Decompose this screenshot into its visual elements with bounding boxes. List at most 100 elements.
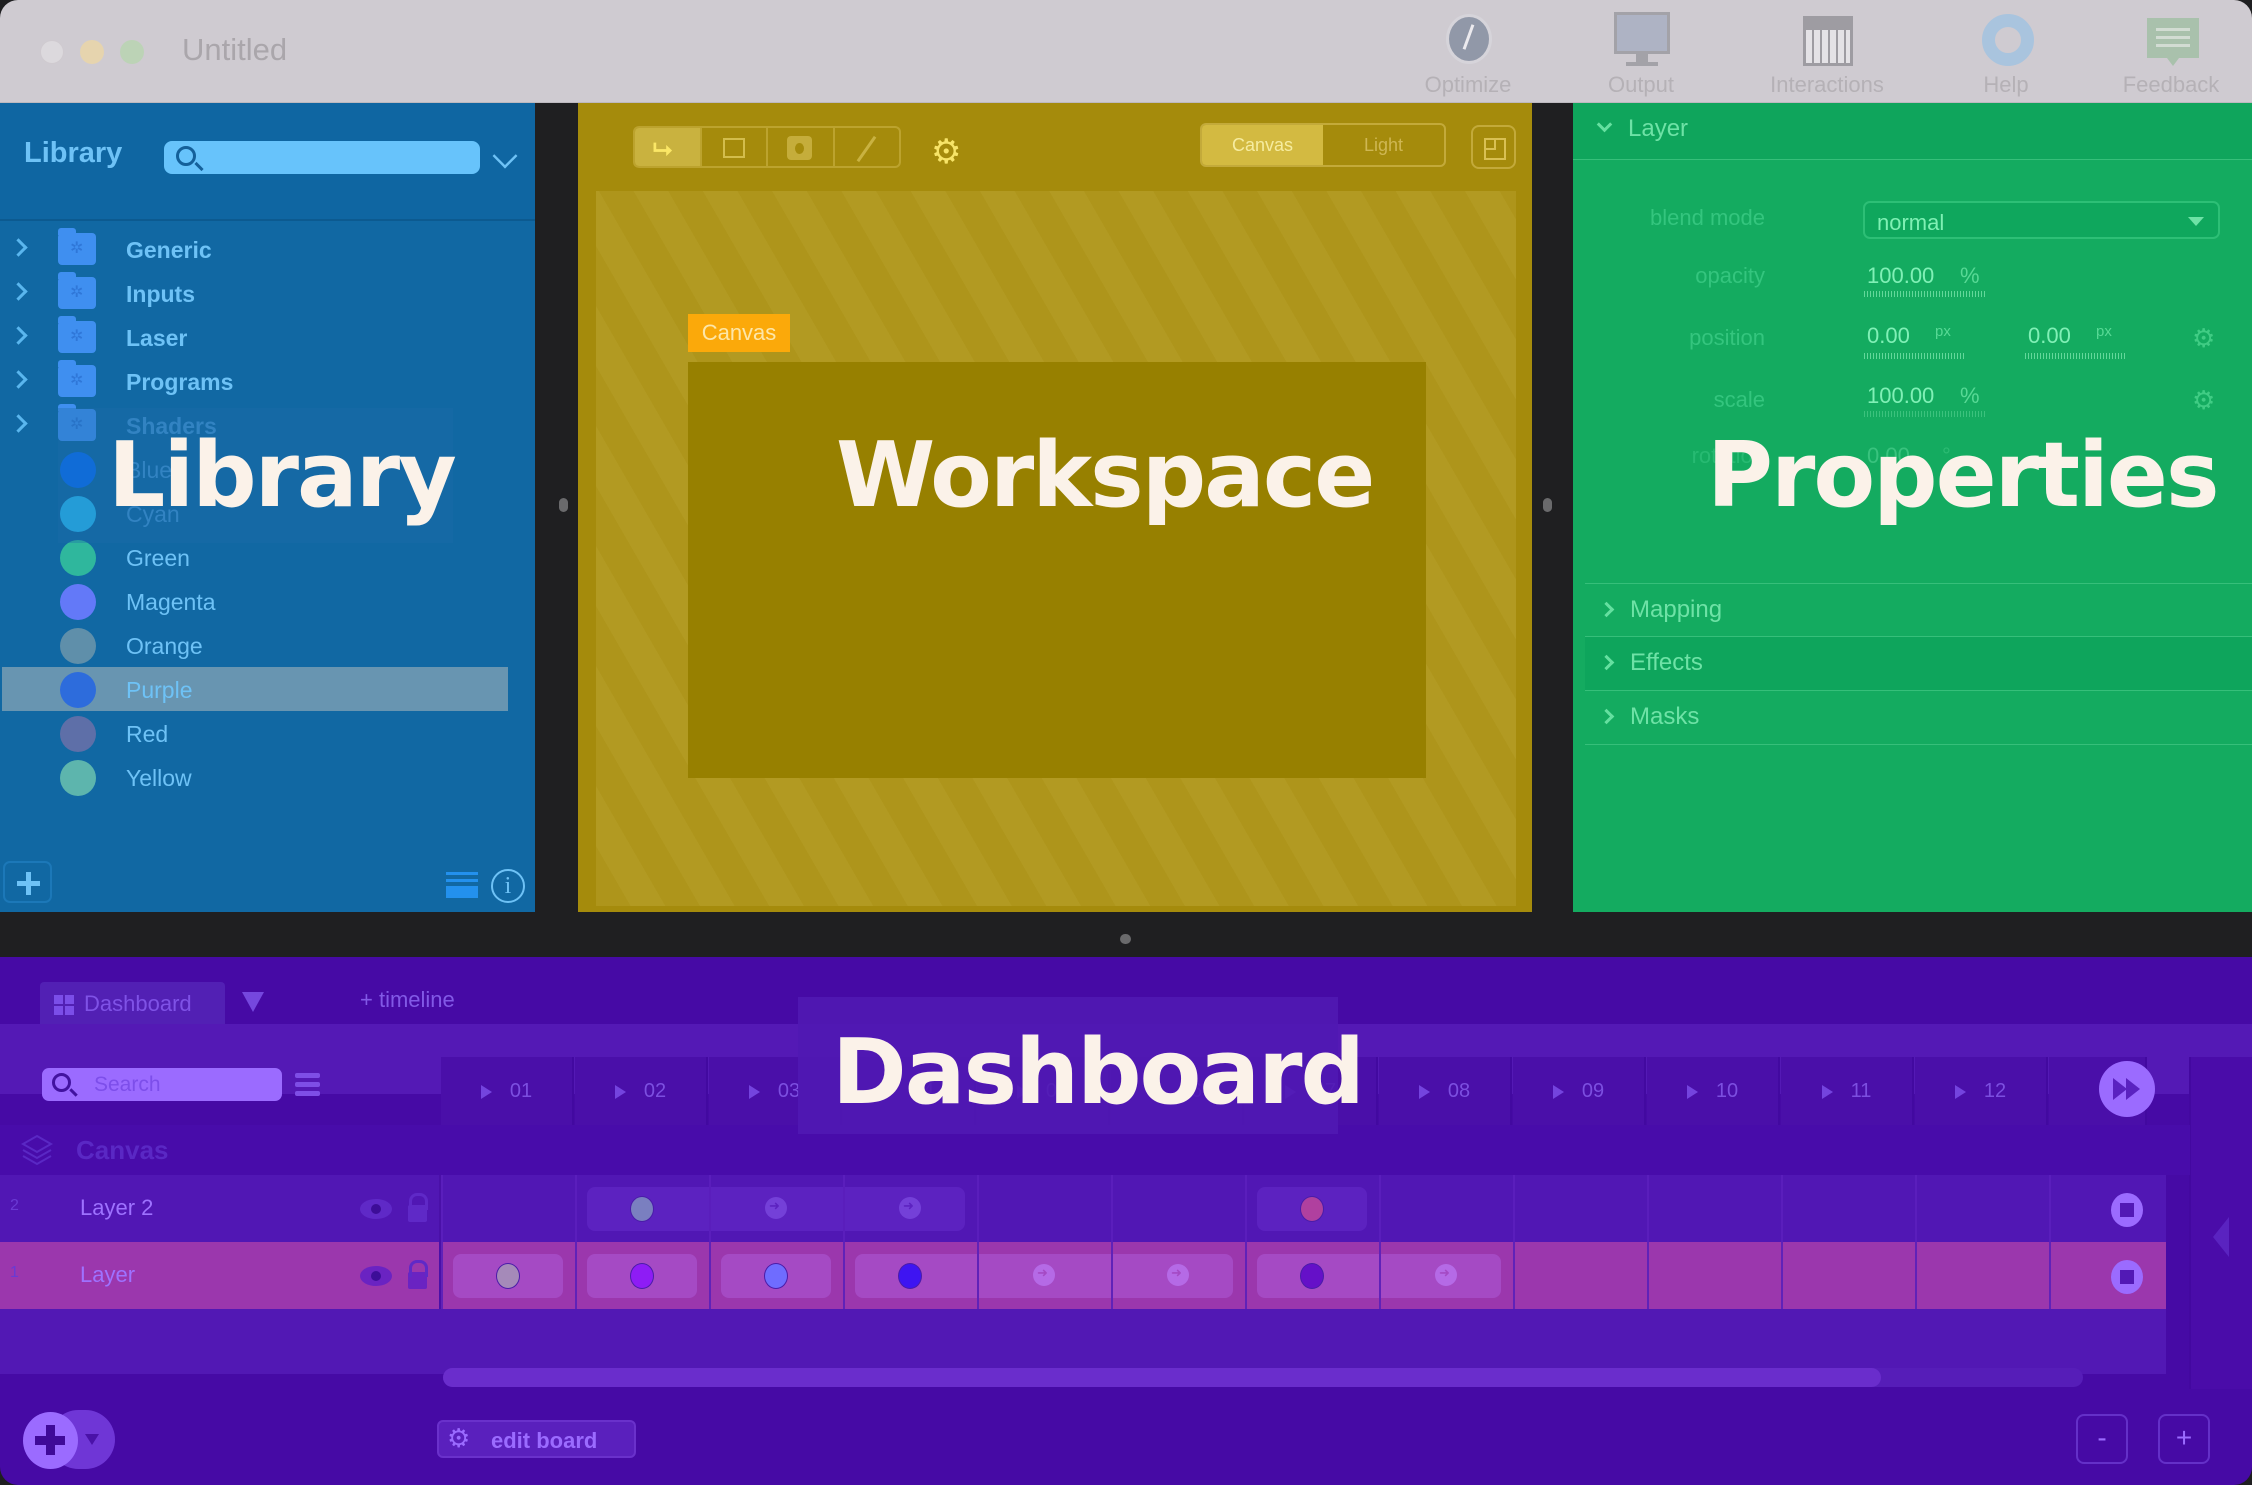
timeline-cell[interactable] bbox=[1647, 1175, 1781, 1242]
timeline-cell[interactable] bbox=[977, 1175, 1111, 1242]
clip-node[interactable] bbox=[1300, 1263, 1324, 1289]
toolbar-feedback-button[interactable]: Feedback bbox=[2106, 12, 2236, 98]
mask-tool-button[interactable] bbox=[768, 128, 835, 166]
section-masks[interactable]: Masks bbox=[1585, 691, 2252, 745]
column-header[interactable]: 10 bbox=[1647, 1057, 1780, 1125]
section-effects[interactable]: Effects bbox=[1585, 637, 2252, 691]
dropdown-arrow-icon[interactable] bbox=[85, 1434, 99, 1445]
column-header[interactable]: 09 bbox=[1513, 1057, 1646, 1125]
blend-mode-select[interactable]: normal bbox=[1863, 201, 2220, 239]
clip-node[interactable] bbox=[898, 1263, 922, 1289]
transform-tool-button[interactable] bbox=[702, 128, 768, 166]
library-folder-inputs[interactable]: Inputs bbox=[2, 271, 508, 315]
timeline-cell[interactable] bbox=[1781, 1175, 1915, 1242]
move-tool-button[interactable]: ⮡ bbox=[635, 128, 702, 166]
brush-tool-button[interactable] bbox=[835, 128, 900, 166]
grid-layout-icon[interactable] bbox=[1471, 125, 1516, 169]
layer-name[interactable]: Layer bbox=[80, 1262, 135, 1288]
splitter-handle-right[interactable] bbox=[1543, 498, 1552, 512]
arrow-right-icon[interactable] bbox=[1435, 1264, 1457, 1286]
position-x-field[interactable]: 0.00 bbox=[1867, 323, 1910, 349]
play-icon[interactable] bbox=[614, 1084, 626, 1099]
eye-icon[interactable] bbox=[360, 1199, 392, 1219]
clip-node[interactable] bbox=[496, 1263, 520, 1289]
tab-dashboard[interactable]: Dashboard bbox=[40, 982, 225, 1024]
library-color-orange[interactable]: Orange bbox=[2, 623, 508, 667]
zoom-in-button[interactable]: + bbox=[2158, 1414, 2210, 1464]
play-icon[interactable] bbox=[1954, 1084, 1966, 1099]
view-light-button[interactable]: Light bbox=[1323, 125, 1444, 165]
play-icon[interactable] bbox=[1686, 1084, 1698, 1099]
eye-icon[interactable] bbox=[360, 1266, 392, 1286]
splitter-handle-left[interactable] bbox=[559, 498, 568, 512]
minimize-window-button[interactable] bbox=[80, 40, 104, 64]
chevron-right-icon[interactable] bbox=[9, 414, 28, 433]
clip-node[interactable] bbox=[630, 1263, 654, 1289]
info-icon[interactable]: i bbox=[491, 869, 525, 903]
gear-icon[interactable]: ⚙ bbox=[931, 135, 961, 169]
toolbar-optimize-button[interactable]: Optimize bbox=[1403, 12, 1533, 98]
section-mapping[interactable]: Mapping bbox=[1585, 583, 2252, 637]
clip-node[interactable] bbox=[630, 1196, 654, 1222]
chevron-right-icon[interactable] bbox=[9, 282, 28, 301]
play-icon[interactable] bbox=[1821, 1084, 1833, 1099]
edit-board-button[interactable]: ⚙ edit board bbox=[437, 1420, 636, 1458]
menu-icon[interactable] bbox=[295, 1073, 320, 1097]
library-color-red[interactable]: Red bbox=[2, 711, 508, 755]
timeline-cell[interactable] bbox=[441, 1175, 575, 1242]
layer-name[interactable]: Layer 2 bbox=[80, 1195, 153, 1221]
play-icon[interactable] bbox=[1418, 1084, 1430, 1099]
gear-icon[interactable]: ⚙ bbox=[2192, 325, 2215, 351]
list-view-icon[interactable] bbox=[446, 872, 478, 900]
play-icon[interactable] bbox=[480, 1084, 492, 1099]
chevron-right-icon[interactable] bbox=[9, 238, 28, 257]
toolbar-interactions-button[interactable]: Interactions bbox=[1762, 12, 1892, 98]
scale-slider[interactable] bbox=[1864, 411, 1986, 417]
library-search-input[interactable] bbox=[164, 141, 480, 174]
timeline-cell[interactable] bbox=[1379, 1175, 1513, 1242]
play-icon[interactable] bbox=[1552, 1084, 1564, 1099]
timeline-cell[interactable] bbox=[1915, 1242, 2049, 1309]
section-layer[interactable]: Layer bbox=[1573, 103, 2252, 160]
column-header[interactable]: 08 bbox=[1379, 1057, 1512, 1125]
tab-menu-triangle-icon[interactable] bbox=[242, 992, 264, 1012]
view-canvas-button[interactable]: Canvas bbox=[1202, 125, 1323, 165]
play-icon[interactable] bbox=[748, 1084, 760, 1099]
fast-forward-button[interactable] bbox=[2099, 1061, 2155, 1117]
timeline-cell[interactable] bbox=[1647, 1242, 1781, 1309]
stop-button[interactable] bbox=[2111, 1193, 2143, 1227]
position-y-slider[interactable] bbox=[2025, 353, 2126, 359]
add-library-item-button[interactable] bbox=[3, 861, 52, 903]
chevron-right-icon[interactable] bbox=[9, 326, 28, 345]
right-collapse-strip[interactable] bbox=[2189, 1057, 2252, 1389]
stop-button[interactable] bbox=[2111, 1260, 2143, 1294]
arrow-right-icon[interactable] bbox=[899, 1197, 921, 1219]
close-window-button[interactable] bbox=[40, 40, 64, 64]
chevron-right-icon[interactable] bbox=[9, 370, 28, 389]
column-header[interactable]: 02 bbox=[575, 1057, 708, 1125]
library-folder-generic[interactable]: Generic bbox=[2, 227, 508, 271]
horizontal-scrollbar-thumb[interactable] bbox=[443, 1368, 1881, 1387]
timeline-cell[interactable] bbox=[1513, 1242, 1647, 1309]
position-y-field[interactable]: 0.00 bbox=[2028, 323, 2071, 349]
chevron-down-icon[interactable] bbox=[492, 143, 518, 169]
gear-icon[interactable]: ⚙ bbox=[2192, 387, 2215, 413]
zoom-out-button[interactable]: - bbox=[2076, 1414, 2128, 1464]
opacity-field[interactable]: 100.00 bbox=[1867, 263, 1934, 289]
add-timeline-button[interactable]: + timeline bbox=[360, 987, 455, 1013]
clip-node[interactable] bbox=[764, 1263, 788, 1289]
library-folder-programs[interactable]: Programs bbox=[2, 359, 508, 403]
position-x-slider[interactable] bbox=[1864, 353, 1965, 359]
library-color-magenta[interactable]: Magenta bbox=[2, 579, 508, 623]
column-header[interactable]: 12 bbox=[1915, 1057, 2048, 1125]
timeline-cell[interactable] bbox=[1781, 1242, 1915, 1309]
lock-open-icon[interactable] bbox=[408, 1260, 428, 1289]
toolbar-help-button[interactable]: Help bbox=[1941, 12, 2071, 98]
lock-open-icon[interactable] bbox=[408, 1193, 428, 1222]
column-header[interactable]: 11 bbox=[1781, 1057, 1914, 1125]
layer-row[interactable]: 2 Layer 2 bbox=[0, 1175, 2166, 1242]
maximize-window-button[interactable] bbox=[120, 40, 144, 64]
arrow-right-icon[interactable] bbox=[1167, 1264, 1189, 1286]
add-layer-button[interactable] bbox=[23, 1410, 117, 1469]
timeline-cell[interactable] bbox=[1111, 1175, 1245, 1242]
